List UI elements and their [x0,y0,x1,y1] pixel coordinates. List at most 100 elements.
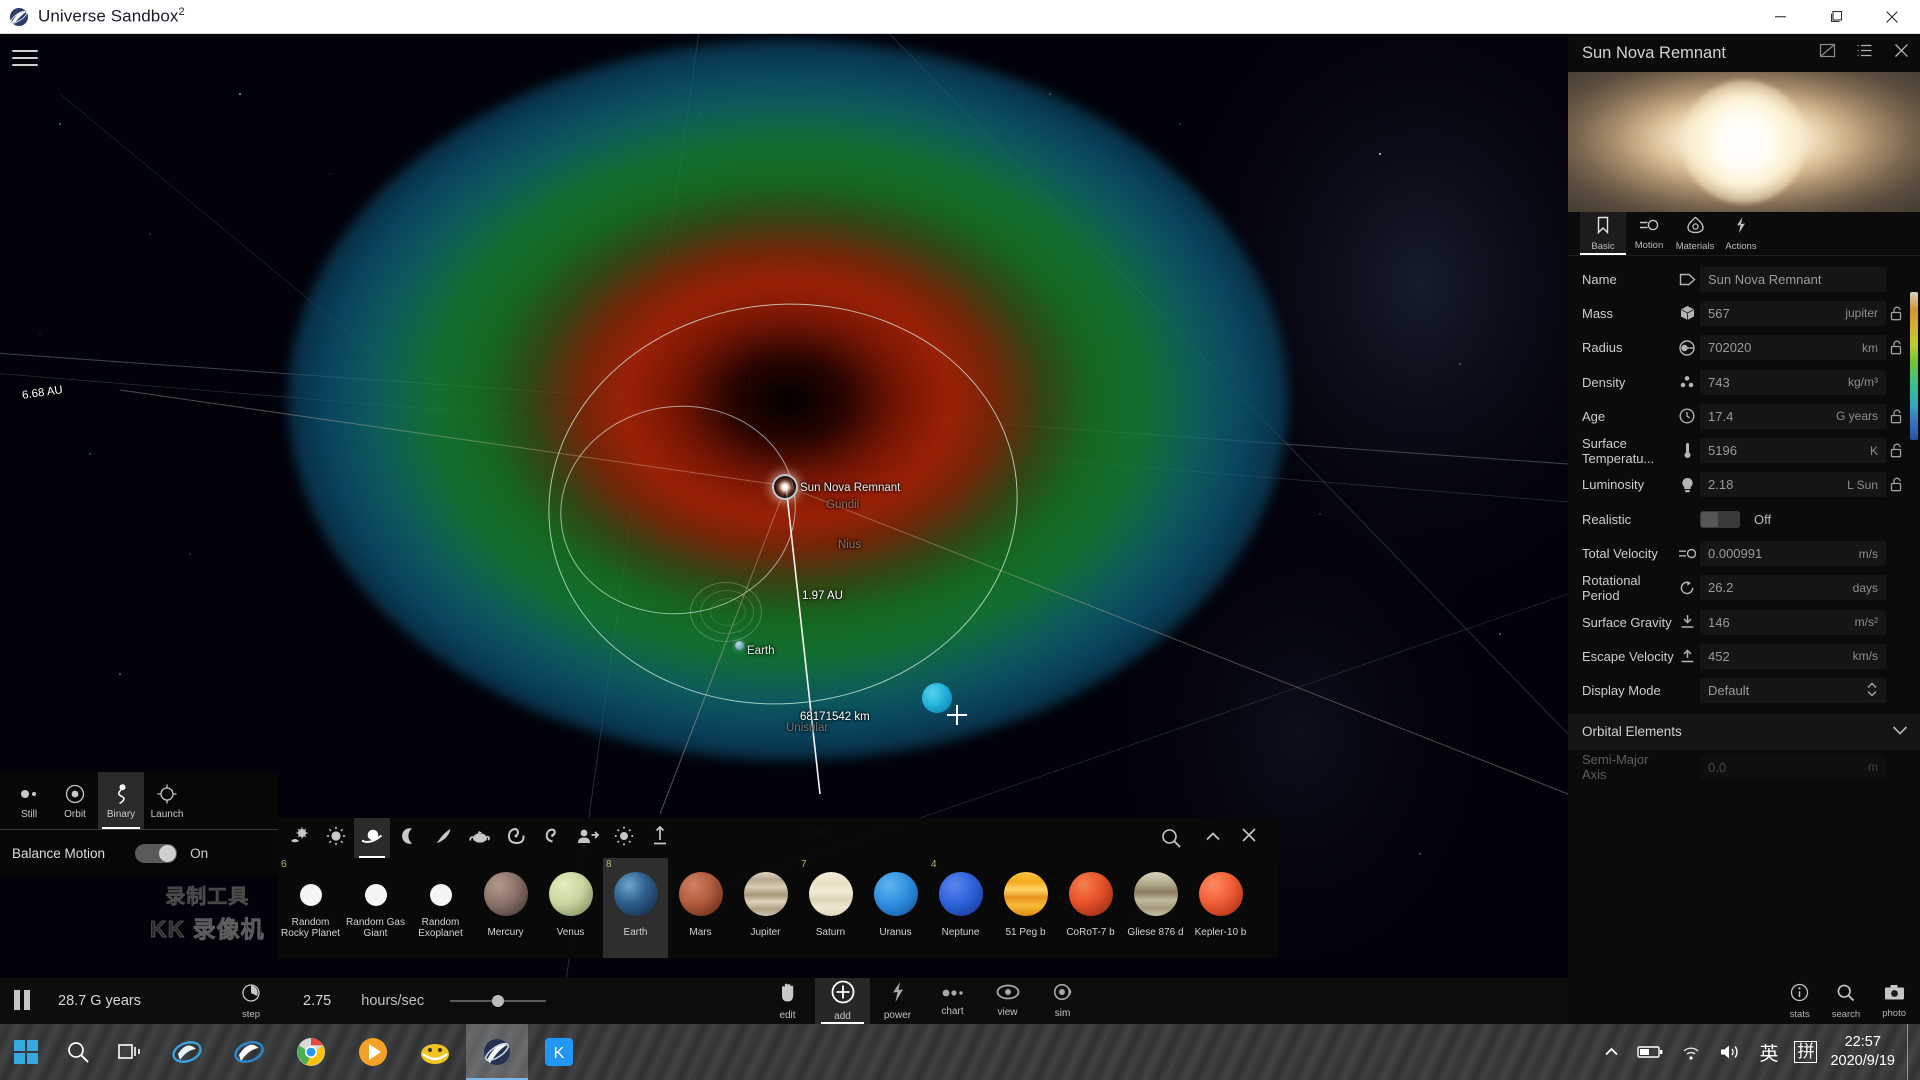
lock-icon[interactable] [1886,443,1908,458]
tool-add[interactable]: add [815,978,870,1024]
task-view-button[interactable] [104,1024,156,1080]
category-sun[interactable] [318,818,354,858]
category-nebula-star[interactable] [282,818,318,858]
lock-icon[interactable] [1886,409,1908,424]
object-item[interactable]: Mars [668,858,733,958]
tool-power[interactable]: power [870,978,925,1024]
category-launch-up[interactable] [642,818,678,858]
search-button[interactable]: search [1832,983,1860,1020]
tab-basic[interactable]: Basic [1580,212,1626,255]
menu-button[interactable] [12,46,38,70]
start-button[interactable] [0,1024,52,1080]
object-item[interactable]: 51 Peg b [993,858,1058,958]
property-field[interactable]: 0.000991 m/s [1700,541,1886,567]
property-field[interactable]: 567 jupiter [1700,300,1886,326]
tool-view[interactable]: view [980,978,1035,1024]
tab-materials[interactable]: Materials [1672,212,1718,255]
property-field[interactable]: 2.18 L Sun [1700,472,1886,498]
show-desktop-button[interactable] [1907,1024,1916,1080]
category-dotted-sun[interactable] [606,818,642,858]
property-field[interactable]: Default [1700,678,1886,704]
category-planet[interactable] [354,818,390,858]
lock-icon[interactable] [1886,306,1908,321]
object-item[interactable]: 4 Neptune [928,858,993,958]
taskbar-app-yellow[interactable] [404,1024,466,1080]
maximize-button[interactable] [1808,0,1864,34]
object-item[interactable]: Random Exoplanet [408,858,473,958]
property-field[interactable]: Sun Nova Remnant [1700,266,1886,292]
search-objects-button[interactable] [1160,827,1182,849]
property-field[interactable]: 146 m/s² [1700,609,1886,635]
balance-motion-toggle[interactable] [135,844,178,863]
object-item[interactable]: Mercury [473,858,538,958]
ime-language-indicator[interactable]: 英 [1750,1039,1787,1066]
time-rate-slider[interactable] [450,994,547,1008]
object-item[interactable]: Gliese 876 d [1123,858,1188,958]
object-item[interactable]: Kepler-10 b [1188,858,1253,958]
lock-icon[interactable] [1886,477,1908,492]
tool-edit[interactable]: edit [760,978,815,1024]
realistic-toggle[interactable] [1700,510,1740,528]
close-add-panel-button[interactable] [1240,826,1258,849]
property-field[interactable]: 26.2 days [1700,575,1886,601]
object-item[interactable]: 6 Random Rocky Planet [278,858,343,958]
property-field[interactable]: 0.0 m [1700,754,1886,780]
earth-object[interactable] [735,641,744,650]
taskbar-app-universe-sandbox[interactable] [466,1024,528,1080]
object-item[interactable]: Jupiter [733,858,798,958]
object-list[interactable]: 6 Random Rocky Planet Random Gas Giant Rand… [278,858,1278,958]
property-field[interactable]: 5196 K [1700,438,1886,464]
category-teapot[interactable] [462,818,498,858]
taskbar-app-chrome[interactable] [280,1024,342,1080]
motion-mode-still[interactable]: Still [6,772,52,829]
lock-icon[interactable] [1886,340,1908,355]
object-item[interactable]: Random Gas Giant [343,858,408,958]
display-mode-stepper[interactable] [1866,681,1878,701]
taskbar-search-button[interactable] [52,1024,104,1080]
tool-chart[interactable]: chart [925,978,980,1024]
taskbar-app-player[interactable] [342,1024,404,1080]
taskbar-app-edge[interactable] [218,1024,280,1080]
taskbar-app-kk-recorder[interactable]: K [528,1024,590,1080]
properties-list[interactable]: Name Sun Nova Remnant Mass 567 jupiter Radius… [1568,256,1920,978]
volume-icon[interactable] [1710,1024,1750,1080]
slider-thumb[interactable] [492,995,505,1007]
property-field[interactable]: 17.4 G years [1700,403,1886,429]
photo-button[interactable]: photo [1882,984,1906,1019]
show-hidden-icons-button[interactable] [1595,1024,1628,1080]
collapse-panel-button[interactable] [1204,828,1222,851]
minimize-button[interactable] [1752,0,1808,34]
clock[interactable]: 22:57 2020/9/19 [1824,1033,1907,1071]
tab-motion[interactable]: Motion [1626,212,1672,255]
motion-mode-launch[interactable]: Launch [144,772,190,829]
orbital-elements-section[interactable]: Orbital Elements [1568,713,1920,750]
object-item[interactable]: 7 Saturn [798,858,863,958]
object-item[interactable]: Uranus [863,858,928,958]
close-icon[interactable] [1893,42,1910,64]
central-star-object[interactable] [772,474,798,500]
category-comet[interactable] [426,818,462,858]
stats-button[interactable]: stats [1790,983,1810,1020]
property-field[interactable]: 452 km/s [1700,643,1886,669]
category-person-add[interactable] [570,818,606,858]
list-icon[interactable] [1856,42,1873,64]
wifi-icon[interactable] [1672,1024,1710,1080]
object-item[interactable]: CoRoT-7 b [1058,858,1123,958]
tool-sim[interactable]: sim [1035,978,1090,1024]
object-item[interactable]: Venus [538,858,603,958]
pause-button[interactable] [14,990,36,1012]
tab-actions[interactable]: Actions [1718,212,1764,255]
motion-mode-binary[interactable]: Binary [98,772,144,829]
category-galaxy[interactable] [534,818,570,858]
step-button[interactable]: step [231,983,271,1020]
motion-mode-orbit[interactable]: Orbit [52,772,98,829]
property-field[interactable]: 743 kg/m³ [1700,369,1886,395]
category-spiral-galaxy[interactable] [498,818,534,858]
object-item[interactable]: 8 Earth [603,858,668,958]
taskbar-app-ie[interactable] [156,1024,218,1080]
property-field[interactable]: 702020 km [1700,335,1886,361]
no-image-icon[interactable] [1819,42,1836,64]
category-moon[interactable] [390,818,426,858]
ime-mode-indicator[interactable]: 拼 [1794,1041,1818,1063]
battery-icon[interactable] [1628,1024,1672,1080]
